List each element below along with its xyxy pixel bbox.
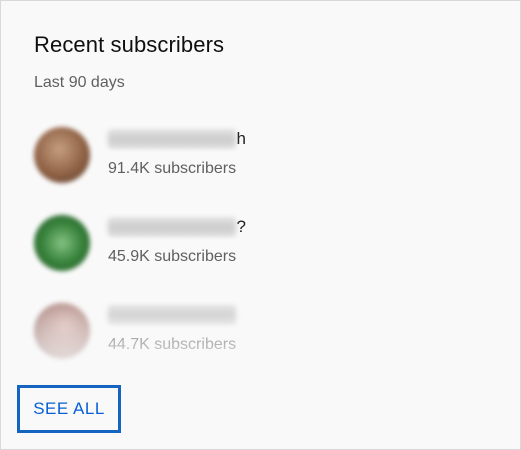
subscriber-count: 91.4K subscribers bbox=[108, 160, 237, 177]
name-tail: h bbox=[236, 129, 246, 148]
list-item[interactable]: xxxxxxxxxxxxxxxh 91.4K subscribers bbox=[34, 125, 494, 195]
redacted-name: xxxxxxxxxxxxxxx bbox=[108, 217, 236, 237]
list-item[interactable]: xxxxxxxxxxxxxxx 44.7K subscribers bbox=[34, 301, 494, 371]
subscriber-name[interactable]: xxxxxxxxxxxxxxx? bbox=[108, 217, 246, 239]
subscriber-count: 44.7K subscribers bbox=[108, 336, 237, 353]
redacted-name: xxxxxxxxxxxxxxx bbox=[108, 305, 236, 325]
card-title: Recent subscribers bbox=[34, 32, 225, 57]
avatar[interactable] bbox=[34, 303, 90, 359]
subscriber-count: 45.9K subscribers bbox=[108, 248, 237, 265]
avatar[interactable] bbox=[34, 215, 90, 271]
subscriber-name[interactable]: xxxxxxxxxxxxxxx bbox=[108, 305, 237, 327]
see-all-button[interactable]: SEE ALL bbox=[17, 385, 121, 433]
subscriber-name[interactable]: xxxxxxxxxxxxxxxh bbox=[108, 129, 246, 151]
redacted-name: xxxxxxxxxxxxxxx bbox=[108, 129, 236, 149]
list-item[interactable]: xxxxxxxxxxxxxxx? 45.9K subscribers bbox=[34, 213, 494, 283]
avatar[interactable] bbox=[34, 127, 90, 183]
recent-subscribers-card: Recent subscribers Last 90 days xxxxxxxx… bbox=[0, 0, 521, 450]
name-tail: ? bbox=[236, 217, 246, 236]
card-subtitle: Last 90 days bbox=[34, 74, 125, 91]
